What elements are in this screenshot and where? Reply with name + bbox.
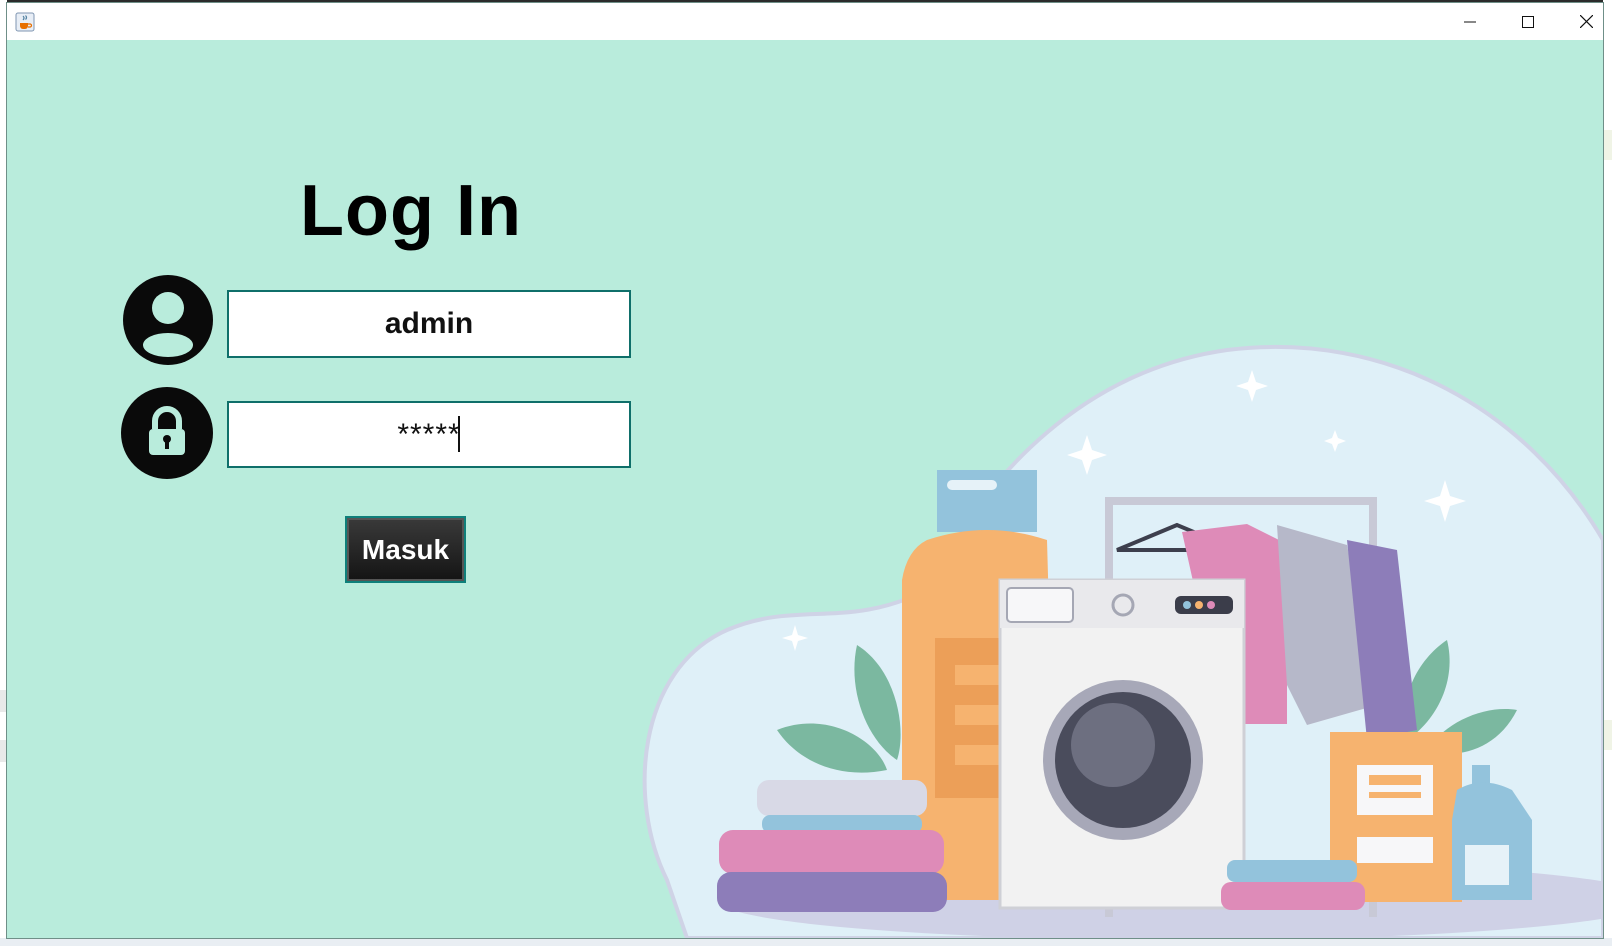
login-window: Log In Masuk — [7, 3, 1603, 938]
desktop-strip — [1603, 720, 1612, 750]
text-caret — [458, 416, 460, 452]
desktop-bottom-edge — [0, 938, 1612, 946]
password-input[interactable] — [227, 401, 631, 468]
lock-icon — [121, 387, 213, 479]
page-title: Log In — [300, 171, 522, 251]
desktop-left-edge — [0, 0, 7, 946]
java-cup-icon — [15, 12, 35, 32]
laundry-illustration — [642, 344, 1603, 938]
desktop-strip — [1603, 130, 1612, 160]
username-input[interactable] — [227, 290, 631, 358]
title-bar[interactable] — [7, 3, 1603, 40]
maximize-button[interactable] — [1499, 3, 1557, 40]
desktop-strip — [0, 740, 7, 762]
login-button[interactable]: Masuk — [345, 516, 466, 583]
minimize-button[interactable] — [1441, 3, 1499, 40]
user-icon — [123, 275, 213, 365]
login-panel: Log In Masuk — [7, 40, 1603, 938]
close-icon — [1579, 15, 1593, 28]
minimize-icon — [1464, 21, 1476, 22]
maximize-icon — [1522, 15, 1534, 28]
desktop-right-edge — [1603, 0, 1612, 946]
desktop-strip — [0, 690, 7, 712]
close-button[interactable] — [1557, 3, 1612, 40]
